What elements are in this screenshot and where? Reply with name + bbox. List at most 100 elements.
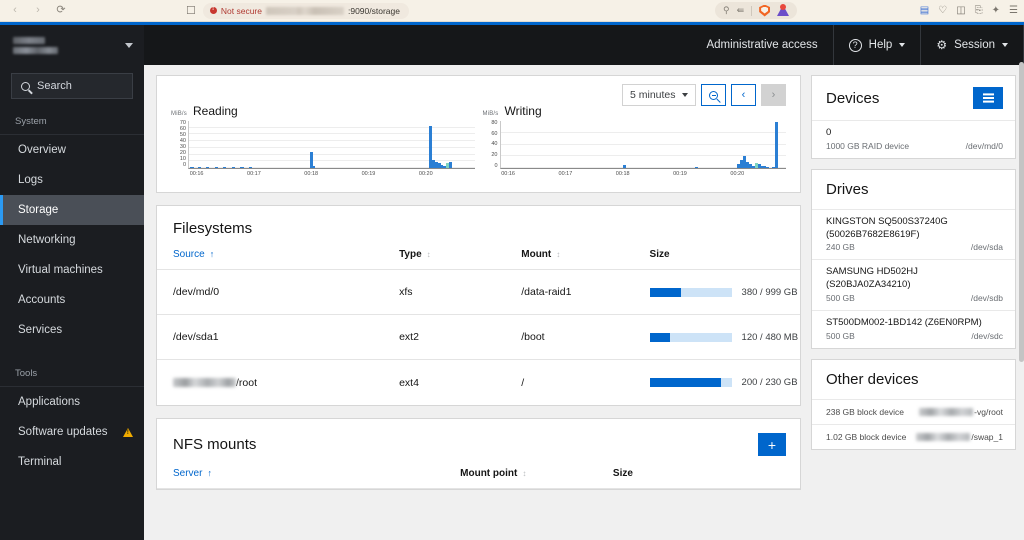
chevron-down-icon — [682, 93, 688, 97]
zoom-out-icon — [709, 90, 718, 100]
share-icon[interactable]: ⇚ — [737, 5, 745, 16]
table-row[interactable]: /root ext4 / 200 / 230 GB — [157, 360, 800, 405]
x-axis-tick: 00:18 — [304, 171, 319, 177]
chart-bar — [448, 161, 452, 168]
sidebar-group-tools: Tools — [0, 361, 144, 387]
x-axis-tick: 00:20 — [418, 171, 433, 177]
usage-progress-bar — [649, 378, 732, 387]
sidebar-item-logs[interactable]: Logs — [0, 165, 144, 195]
reload-icon[interactable]: ⟳ — [51, 2, 71, 20]
zoom-icon[interactable]: ⚲ — [723, 5, 730, 16]
column-header-source[interactable]: Source ↑ — [173, 249, 399, 260]
sidebar-item-services[interactable]: Services — [0, 315, 144, 345]
sidebar-search-wrap: Search — [0, 65, 144, 109]
list-item[interactable]: SAMSUNG HD502HJ (S20BJA0ZA34210) 500 GB … — [812, 259, 1015, 310]
tab-sync-icon[interactable]: ▤ — [920, 5, 929, 16]
writing-chart-header: MiB/s Writing — [483, 104, 787, 118]
main-column: Administrative access ? Help ⚙ Session 5… — [144, 25, 1024, 540]
forward-icon[interactable]: › — [28, 2, 48, 20]
time-range-select[interactable]: 5 minutes — [622, 84, 696, 106]
time-range-controls: 5 minutes ‹ › — [622, 84, 786, 106]
filesystems-card: Filesystems Source ↑ Type ↕ Mount ↕ Size… — [156, 205, 801, 406]
writing-chart: MiB/s Writing 80 60 40 20 0 00:16 00:17 00:18 0… — [483, 104, 787, 180]
page-scrollbar[interactable] — [1019, 62, 1024, 362]
chart-bar — [214, 167, 218, 168]
sidebar-item-networking[interactable]: Networking — [0, 225, 144, 255]
sidebar-item-label: Services — [18, 324, 63, 336]
extension-icon[interactable] — [777, 4, 790, 16]
browser-toolbar: ‹ › ⟳ ☐ Not secure :9090/storage ⚲ ⇚ ▤ ♡… — [0, 0, 1024, 22]
drive-name: SAMSUNG HD502HJ (S20BJA0ZA34210) — [826, 266, 918, 291]
other-devices-header: Other devices — [812, 360, 1015, 399]
sidebar-item-software-updates[interactable]: Software updates — [0, 417, 144, 447]
table-row[interactable]: /dev/md/0 xfs /data-raid1 380 / 999 GB — [157, 270, 800, 315]
menu-icon[interactable]: ☰ — [1009, 5, 1018, 16]
list-item[interactable]: 238 GB block device -vg/root — [812, 398, 1015, 424]
gear-icon: ⚙ — [936, 38, 948, 52]
previous-range-label: ‹ — [741, 89, 746, 101]
column-header-label: Source — [173, 249, 205, 260]
devices-menu-button[interactable] — [973, 87, 1003, 109]
list-item[interactable]: 0 1000 GB RAID device /dev/md/0 — [812, 120, 1015, 158]
column-header-server[interactable]: Server ↑ — [173, 468, 460, 479]
shield-icon[interactable] — [759, 4, 771, 17]
column-header-label: Size — [649, 249, 670, 260]
value-redacted — [919, 407, 974, 416]
sidebar-item-label: Logs — [18, 174, 43, 186]
device-path: /dev/md/0 — [965, 140, 1003, 151]
previous-range-button[interactable]: ‹ — [731, 84, 756, 106]
app-shell: Search System Overview Logs Storage Netw… — [0, 25, 1024, 540]
sidebar-item-storage[interactable]: Storage — [0, 195, 144, 225]
session-menu[interactable]: ⚙ Session — [921, 25, 1023, 65]
chart-bar — [623, 165, 627, 168]
y-axis-tick: 0 — [182, 162, 186, 169]
url-path-label: :9090/storage — [347, 5, 400, 16]
y-axis-tick: 60 — [491, 130, 498, 137]
address-bar[interactable]: Not secure :9090/storage — [202, 2, 409, 19]
sidebar-icon[interactable]: ◫ — [956, 5, 965, 16]
device-capacity: 1000 GB RAID device — [826, 140, 910, 151]
nfs-mounts-header-row: Server ↑ Mount point ↕ Size — [157, 468, 800, 489]
zoom-out-button[interactable] — [701, 84, 726, 106]
help-menu[interactable]: ? Help — [834, 25, 921, 65]
sidebar-item-overview[interactable]: Overview — [0, 135, 144, 165]
list-item[interactable]: ST500DM002-1BD142 (Z6EN0RPM) 500 GB /dev… — [812, 310, 1015, 348]
sidebar-item-virtual-machines[interactable]: Virtual machines — [0, 255, 144, 285]
writing-chart-title: Writing — [504, 104, 542, 118]
cell-source: /dev/sda1 — [173, 331, 219, 343]
column-header-mount[interactable]: Mount ↕ — [521, 249, 649, 260]
column-header-size[interactable]: Size — [613, 468, 784, 479]
host-selector[interactable] — [0, 25, 144, 65]
browser-action-group: ⚲ ⇚ — [715, 2, 798, 19]
list-item[interactable]: KINGSTON SQ500S37240G (50026B7682E8619F)… — [812, 208, 1015, 260]
device-name: 0 — [826, 127, 832, 138]
writing-x-axis: 00:16 00:17 00:18 00:19 00:20 — [500, 171, 787, 180]
usage-size-label: 380 / 999 GB — [741, 286, 798, 298]
sidebar-item-terminal[interactable]: Terminal — [0, 447, 144, 477]
chevron-down-icon — [899, 43, 906, 47]
list-item[interactable]: 1.02 GB block device /swap_1 — [812, 423, 1015, 449]
column-header-type[interactable]: Type ↕ — [399, 249, 521, 260]
add-nfs-mount-button[interactable]: + — [758, 433, 786, 456]
back-icon[interactable]: ‹ — [5, 2, 25, 20]
bell-icon[interactable]: ♡ — [938, 5, 947, 16]
cell-type: xfs — [399, 286, 413, 298]
sidebar-item-applications[interactable]: Applications — [0, 387, 144, 417]
sidebar-item-accounts[interactable]: Accounts — [0, 285, 144, 315]
reading-chart-title: Reading — [193, 104, 238, 118]
cell-mount: /data-raid1 — [521, 286, 572, 298]
help-icon: ? — [848, 38, 862, 52]
administrative-access-button[interactable]: Administrative access — [691, 25, 832, 65]
x-axis-tick: 00:19 — [361, 171, 376, 177]
table-row[interactable]: /dev/sda1 ext2 /boot 120 / 480 MB — [157, 315, 800, 360]
cell-type: ext2 — [399, 331, 419, 343]
column-header-size[interactable]: Size — [650, 249, 784, 260]
cast-icon[interactable]: ⎘ — [975, 5, 983, 16]
x-axis-tick: 00:17 — [558, 171, 573, 177]
collections-icon[interactable]: ✦ — [992, 5, 1000, 16]
browser-nav-buttons: ‹ › ⟳ — [0, 2, 71, 20]
notification-badge — [780, 4, 787, 10]
search-input[interactable]: Search — [11, 73, 133, 99]
bookmark-icon[interactable]: ☐ — [186, 4, 196, 17]
column-header-mount-point[interactable]: Mount point ↕ — [460, 468, 613, 479]
